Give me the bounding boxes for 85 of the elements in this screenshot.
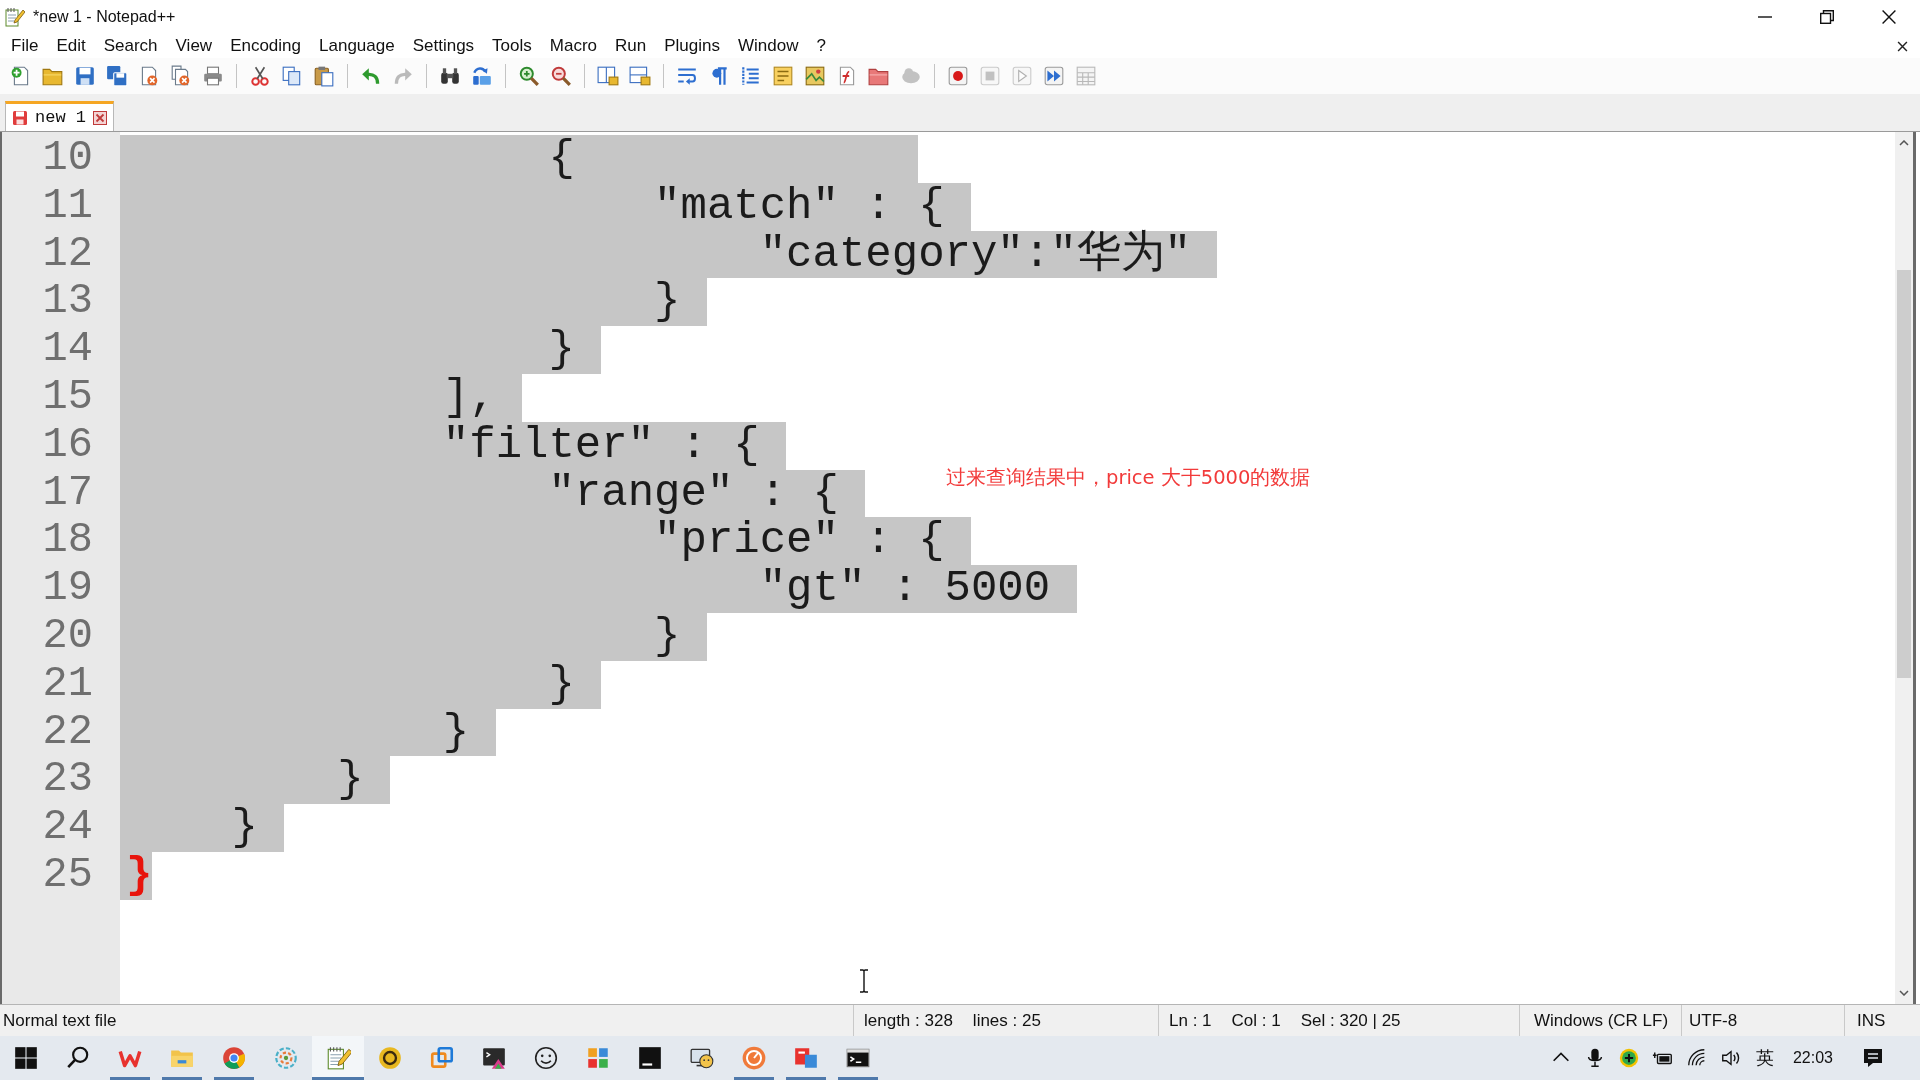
terminal-icon	[481, 1045, 507, 1071]
replace-icon[interactable]	[471, 65, 493, 87]
annotation-text: 过来查询结果中，price 大于5000的数据	[946, 465, 1311, 491]
indent-guide-icon[interactable]	[740, 65, 762, 87]
tiles-logo-icon	[585, 1045, 611, 1071]
start-icon	[13, 1045, 39, 1071]
menu-item[interactable]: Macro	[540, 34, 606, 58]
zoom-in-icon[interactable]	[518, 65, 540, 87]
ring-logo-icon	[741, 1045, 767, 1071]
swirl-logo-icon	[273, 1045, 299, 1071]
line-number: 11	[41, 182, 94, 231]
binoculars-icon[interactable]	[439, 65, 461, 87]
line-number: 15	[41, 374, 94, 422]
status-text: UTF-8	[1689, 1009, 1738, 1032]
tricolor-circle-icon	[221, 1045, 247, 1071]
window-title: *new 1 - Notepad++	[33, 7, 176, 27]
menu-item[interactable]: File	[2, 34, 48, 58]
status-text: lines : 25	[972, 1009, 1041, 1032]
notification-icon[interactable]	[1861, 1046, 1885, 1070]
line-number: 24	[41, 804, 94, 852]
line-number: 20	[41, 612, 94, 661]
notepad-icon	[325, 1045, 351, 1071]
fast-forward-icon[interactable]	[1043, 65, 1065, 87]
menu-item[interactable]: Encoding	[221, 34, 310, 58]
line-number: 14	[41, 326, 94, 374]
status-text: Sel : 320 | 25	[1300, 1009, 1401, 1032]
chevron-down-icon[interactable]	[1899, 990, 1909, 996]
line-number: 12	[41, 230, 94, 279]
circle-logo-icon	[377, 1045, 403, 1071]
line-number: 16	[41, 421, 94, 470]
menu-item[interactable]: Plugins	[655, 34, 729, 58]
restore-icon[interactable]	[1820, 10, 1834, 24]
clipboard-icon[interactable]	[313, 65, 335, 87]
tab[interactable]: new 1	[5, 101, 114, 131]
menu-item[interactable]: Tools	[483, 34, 541, 58]
pages-close-icon[interactable]	[170, 65, 192, 87]
menu-item[interactable]: Search	[94, 34, 167, 58]
copy-icon[interactable]	[281, 65, 303, 87]
squares-logo-icon	[793, 1045, 819, 1071]
notepad-icon	[4, 7, 25, 27]
map-icon[interactable]	[804, 65, 826, 87]
status-text: Col : 1	[1231, 1009, 1281, 1032]
window-lock-icon[interactable]	[597, 65, 619, 87]
line-number: 25	[41, 851, 94, 900]
menu-item[interactable]: View	[166, 34, 222, 58]
document-lines-icon[interactable]	[772, 65, 794, 87]
menu-item[interactable]: Edit	[47, 34, 95, 58]
clock-text[interactable]: 22:03	[1792, 1046, 1833, 1070]
plus-circle-icon[interactable]	[1617, 1047, 1640, 1069]
menu-item[interactable]: Language	[310, 34, 404, 58]
line-number: 23	[41, 756, 94, 805]
window-lock-icon[interactable]	[629, 65, 651, 87]
floppy-disks-icon[interactable]	[106, 65, 128, 87]
line-number: 13	[41, 278, 94, 327]
status-text: Ln : 1	[1169, 1009, 1212, 1032]
menu-item[interactable]: Run	[606, 34, 656, 58]
record-icon[interactable]	[947, 65, 969, 87]
line-number: 19	[41, 565, 94, 613]
close-icon[interactable]	[1882, 10, 1896, 24]
menu-item[interactable]: ?	[807, 34, 835, 58]
square-logo-icon	[637, 1045, 663, 1071]
smiley-icon	[533, 1045, 559, 1071]
line-number: 17	[41, 469, 94, 518]
chevron-up-icon[interactable]	[1899, 140, 1909, 146]
status-text: length : 328	[864, 1009, 953, 1032]
zoom-out-icon[interactable]	[550, 65, 572, 87]
status-text: Normal text file	[3, 1009, 117, 1032]
close-icon[interactable]	[1897, 40, 1908, 52]
menu-item[interactable]: Window	[728, 34, 808, 58]
line-number: 22	[41, 708, 94, 757]
scissors-icon[interactable]	[249, 65, 271, 87]
status-text: INS	[1857, 1009, 1886, 1032]
speaker-icon[interactable]	[1719, 1047, 1742, 1069]
menu-item[interactable]: Settings	[403, 34, 484, 58]
word-wrap-icon[interactable]	[676, 65, 698, 87]
input-method-indicator[interactable]: 英	[1747, 1044, 1782, 1072]
line-number: 10	[41, 135, 94, 183]
overlapping-squares-icon	[429, 1045, 455, 1071]
line-number: 18	[41, 517, 94, 566]
status-text: Windows (CR LF)	[1534, 1009, 1669, 1032]
line-number: 21	[41, 660, 94, 709]
printer-icon[interactable]	[202, 65, 224, 87]
scrollbar-thumb[interactable]	[1897, 270, 1911, 678]
search-icon	[65, 1045, 91, 1071]
text-cursor-icon	[858, 969, 870, 993]
